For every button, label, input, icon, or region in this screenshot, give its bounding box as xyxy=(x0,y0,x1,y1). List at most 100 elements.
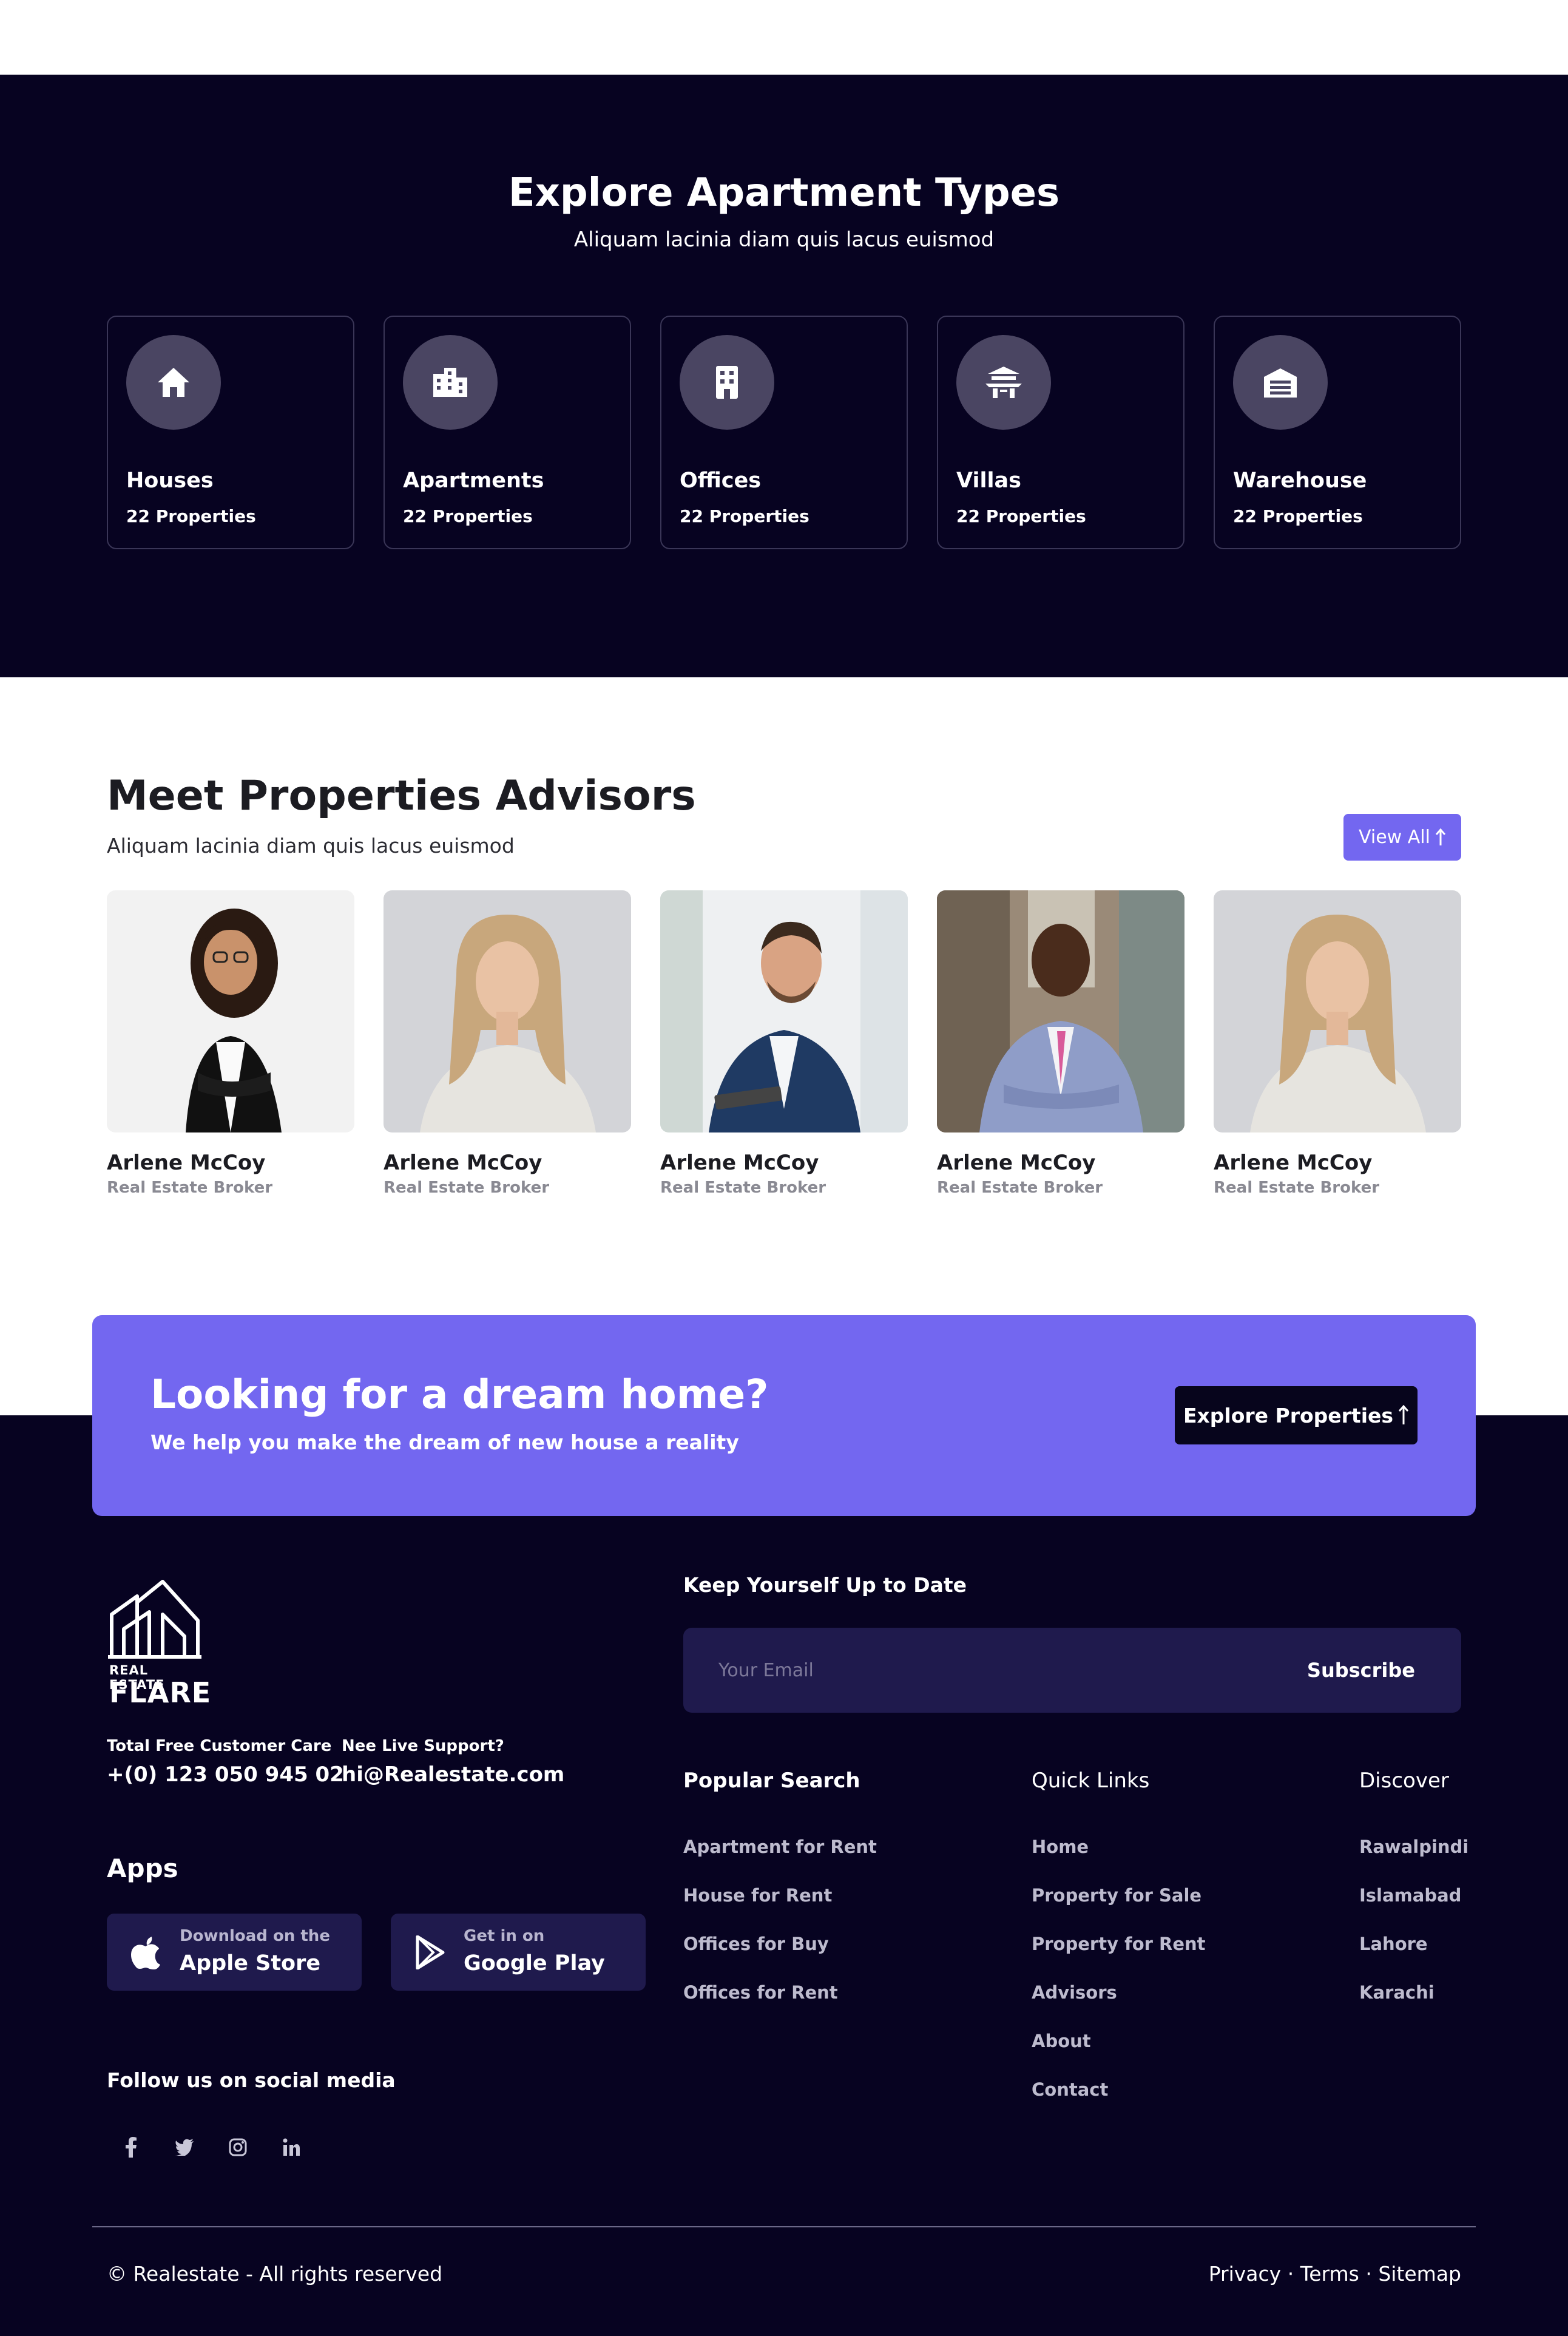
google-play-label: Google Play xyxy=(464,1951,605,1975)
type-card-apartments[interactable]: Apartments 22 Properties xyxy=(384,316,631,549)
view-all-button[interactable]: View All xyxy=(1343,814,1461,861)
type-name: Offices xyxy=(680,469,762,493)
footer-divider xyxy=(92,2226,1476,2227)
advisor-name: Arlene McCoy xyxy=(660,1151,819,1175)
google-play-icon xyxy=(416,1935,445,1969)
explore-properties-button[interactable]: Explore Properties xyxy=(1175,1386,1418,1444)
type-card-villas[interactable]: Villas 22 Properties xyxy=(937,316,1184,549)
discover-link[interactable]: Rawalpindi xyxy=(1359,1837,1468,1857)
type-count: 22 Properties xyxy=(403,506,533,526)
type-card-offices[interactable]: Offices 22 Properties xyxy=(660,316,908,549)
quick-link[interactable]: About xyxy=(1032,2031,1091,2051)
cta-banner: Looking for a dream home? We help you ma… xyxy=(92,1315,1476,1516)
google-play-small: Get in on xyxy=(464,1927,545,1945)
buildings-logo-icon xyxy=(108,1580,201,1659)
advisor-role: Real Estate Broker xyxy=(384,1179,550,1197)
quick-link[interactable]: Advisors xyxy=(1032,1982,1117,2003)
support-email[interactable]: hi@Realestate.com xyxy=(342,1762,564,1787)
type-card-houses[interactable]: Houses 22 Properties xyxy=(107,316,354,549)
email-input[interactable] xyxy=(718,1654,1265,1686)
advisor-role: Real Estate Broker xyxy=(660,1179,826,1197)
advisor-role: Real Estate Broker xyxy=(1214,1179,1380,1197)
popular-link[interactable]: Offices for Rent xyxy=(683,1982,838,2003)
advisor-name: Arlene McCoy xyxy=(384,1151,542,1175)
discover-link[interactable]: Karachi xyxy=(1359,1982,1435,2003)
copyright: © Realestate - All rights reserved xyxy=(107,2262,443,2286)
advisors-subtitle: Aliquam lacinia diam quis lacus euismod xyxy=(107,834,515,858)
advisors-title: Meet Properties Advisors xyxy=(107,772,696,820)
house-icon xyxy=(126,335,221,430)
support-label: Nee Live Support? xyxy=(342,1737,504,1755)
types-subtitle: Aliquam lacinia diam quis lacus euismod xyxy=(573,228,995,252)
type-count: 22 Properties xyxy=(956,506,1086,526)
popular-link[interactable]: Apartment for Rent xyxy=(683,1837,877,1857)
advisor-card[interactable]: Arlene McCoy Real Estate Broker xyxy=(107,890,354,1197)
office-building-icon xyxy=(680,335,774,430)
popular-search-title: Popular Search xyxy=(683,1769,860,1793)
advisor-name: Arlene McCoy xyxy=(107,1151,266,1175)
advisor-photo xyxy=(937,890,1184,1132)
explore-properties-label: Explore Properties xyxy=(1183,1403,1394,1427)
facebook-icon[interactable] xyxy=(114,2130,148,2164)
care-label: Total Free Customer Care xyxy=(107,1737,332,1755)
discover-link[interactable]: Lahore xyxy=(1359,1934,1428,1954)
advisor-photo xyxy=(1214,890,1461,1132)
arrow-up-icon xyxy=(1398,1405,1409,1424)
discover-link[interactable]: Islamabad xyxy=(1359,1885,1461,1906)
google-play-button[interactable]: Get in on Google Play xyxy=(391,1914,646,1991)
advisor-photo xyxy=(384,890,631,1132)
type-name: Houses xyxy=(126,469,214,493)
advisor-photo xyxy=(107,890,354,1132)
apple-store-button[interactable]: Download on the Apple Store xyxy=(107,1914,362,1991)
type-name: Warehouse xyxy=(1233,469,1367,493)
quick-link[interactable]: Property for Sale xyxy=(1032,1885,1201,1906)
brand-logo[interactable]: REAL ESTATE FLARE xyxy=(107,1578,211,1709)
advisor-card[interactable]: Arlene McCoy Real Estate Broker xyxy=(937,890,1184,1197)
discover-title: Discover xyxy=(1359,1769,1449,1793)
follow-title: Follow us on social media xyxy=(107,2068,396,2092)
newsletter-form: Subscribe xyxy=(683,1628,1461,1713)
linkedin-icon[interactable] xyxy=(274,2130,308,2164)
instagram-icon[interactable] xyxy=(221,2130,255,2164)
popular-link[interactable]: Offices for Buy xyxy=(683,1934,829,1954)
quick-link[interactable]: Contact xyxy=(1032,2079,1108,2100)
types-title: Explore Apartment Types xyxy=(508,171,1060,215)
villa-pagoda-icon xyxy=(956,335,1051,430)
advisor-photo xyxy=(660,890,908,1132)
cta-title: Looking for a dream home? xyxy=(150,1371,769,1418)
legal-links[interactable]: Privacy · Terms · Sitemap xyxy=(1209,2262,1461,2286)
view-all-label: View All xyxy=(1359,827,1430,848)
cta-subtitle: We help you make the dream of new house … xyxy=(150,1430,739,1454)
newsletter-title: Keep Yourself Up to Date xyxy=(683,1573,967,1597)
warehouse-icon xyxy=(1233,335,1328,430)
apple-icon xyxy=(131,1937,160,1969)
care-phone[interactable]: +(0) 123 050 945 02 xyxy=(107,1762,344,1787)
type-card-warehouse[interactable]: Warehouse 22 Properties xyxy=(1214,316,1461,549)
apartment-building-icon xyxy=(403,335,498,430)
apps-title: Apps xyxy=(107,1854,178,1883)
twitter-icon[interactable] xyxy=(167,2130,201,2164)
advisor-name: Arlene McCoy xyxy=(937,1151,1096,1175)
popular-link[interactable]: House for Rent xyxy=(683,1885,832,1906)
arrow-up-icon xyxy=(1435,828,1446,845)
type-count: 22 Properties xyxy=(680,506,809,526)
type-count: 22 Properties xyxy=(126,506,256,526)
advisor-role: Real Estate Broker xyxy=(107,1179,273,1197)
advisor-role: Real Estate Broker xyxy=(937,1179,1103,1197)
type-name: Villas xyxy=(956,469,1021,493)
apple-store-label: Apple Store xyxy=(180,1951,321,1975)
logo-wordmark: FLARE xyxy=(109,1676,212,1709)
advisor-card[interactable]: Arlene McCoy Real Estate Broker xyxy=(660,890,908,1197)
subscribe-button[interactable]: Subscribe xyxy=(1307,1654,1415,1686)
footer xyxy=(0,1415,1568,2336)
advisor-name: Arlene McCoy xyxy=(1214,1151,1373,1175)
type-count: 22 Properties xyxy=(1233,506,1363,526)
apartment-types-section: Explore Apartment Types Aliquam lacinia … xyxy=(0,75,1568,677)
type-name: Apartments xyxy=(403,469,544,493)
apple-store-small: Download on the xyxy=(180,1927,330,1945)
quick-links-title: Quick Links xyxy=(1032,1769,1150,1793)
advisor-card[interactable]: Arlene McCoy Real Estate Broker xyxy=(384,890,631,1197)
advisor-card[interactable]: Arlene McCoy Real Estate Broker xyxy=(1214,890,1461,1197)
quick-link[interactable]: Home xyxy=(1032,1837,1089,1857)
quick-link[interactable]: Property for Rent xyxy=(1032,1934,1206,1954)
